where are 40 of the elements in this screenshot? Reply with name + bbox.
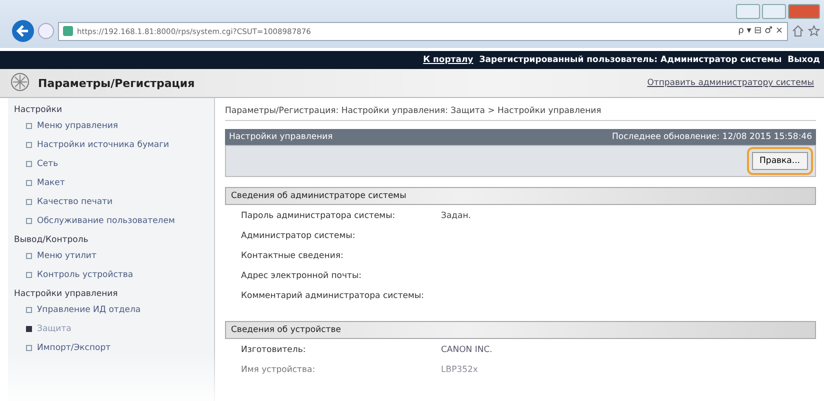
sidebar-item[interactable]: Сеть <box>26 159 214 169</box>
breadcrumb: Параметры/Регистрация: Настройки управления: Защита > Настройки управления <box>225 104 816 121</box>
page-title: Параметры/Регистрация <box>38 76 195 90</box>
user-info: Зарегистрированный пользователь: Администратор системы <box>479 55 782 65</box>
field-label: Администратор системы: <box>241 231 356 243</box>
sidebar-heading: Настройки <box>14 105 64 115</box>
sidebar-item[interactable]: Обслуживание пользователем <box>26 216 214 226</box>
maximize-icon[interactable] <box>762 4 786 19</box>
field-label: Имя устройства: <box>241 365 316 377</box>
send-to-admin-link[interactable]: Отправить администратору системы <box>647 78 814 88</box>
section-header: Сведения об администраторе системы <box>225 187 816 205</box>
field-label: Комментарий администратора системы: <box>241 291 425 303</box>
sidebar-item[interactable]: Меню управления <box>26 121 214 131</box>
sidebar-item[interactable]: Меню утилит <box>26 251 214 261</box>
sidebar-heading: Настройки управления <box>14 289 119 299</box>
field-value: Задан. <box>441 211 472 223</box>
sidebar-item[interactable]: Управление ИД отдела <box>26 305 214 315</box>
sidebar-item[interactable]: Макет <box>26 178 214 188</box>
field-value: CANON INC. <box>441 345 492 357</box>
section-header: Сведения об устройстве <box>225 321 816 339</box>
sidebar-item[interactable]: Импорт/Экспорт <box>26 343 214 353</box>
site-icon <box>63 26 73 36</box>
close-icon[interactable] <box>788 4 820 19</box>
sidebar-item[interactable]: Настройки источника бумаги <box>26 140 214 150</box>
field-label: Изготовитель: <box>241 345 307 357</box>
last-updated: Последнее обновление: 12/08 2015 15:58:46 <box>612 132 812 142</box>
field-label: Адрес электронной почты: <box>241 271 363 283</box>
sidebar-heading: Вывод/Контроль <box>14 235 90 245</box>
star-icon[interactable] <box>808 25 820 37</box>
field-value: LBP352x <box>441 365 478 377</box>
field-label: Контактные сведения: <box>241 251 344 263</box>
home-icon[interactable] <box>792 25 804 37</box>
minimize-icon[interactable] <box>736 4 760 19</box>
edit-button[interactable]: Правка... <box>752 152 808 170</box>
field-label: Пароль администратора системы: <box>241 211 396 223</box>
sidebar-item[interactable]: Контроль устройства <box>26 270 214 280</box>
panel-title: Настройки управления <box>229 132 333 142</box>
logout-link[interactable]: Выход <box>788 55 820 65</box>
sidebar-item[interactable]: Качество печати <box>26 197 214 207</box>
portal-link[interactable]: К порталу <box>423 55 474 65</box>
